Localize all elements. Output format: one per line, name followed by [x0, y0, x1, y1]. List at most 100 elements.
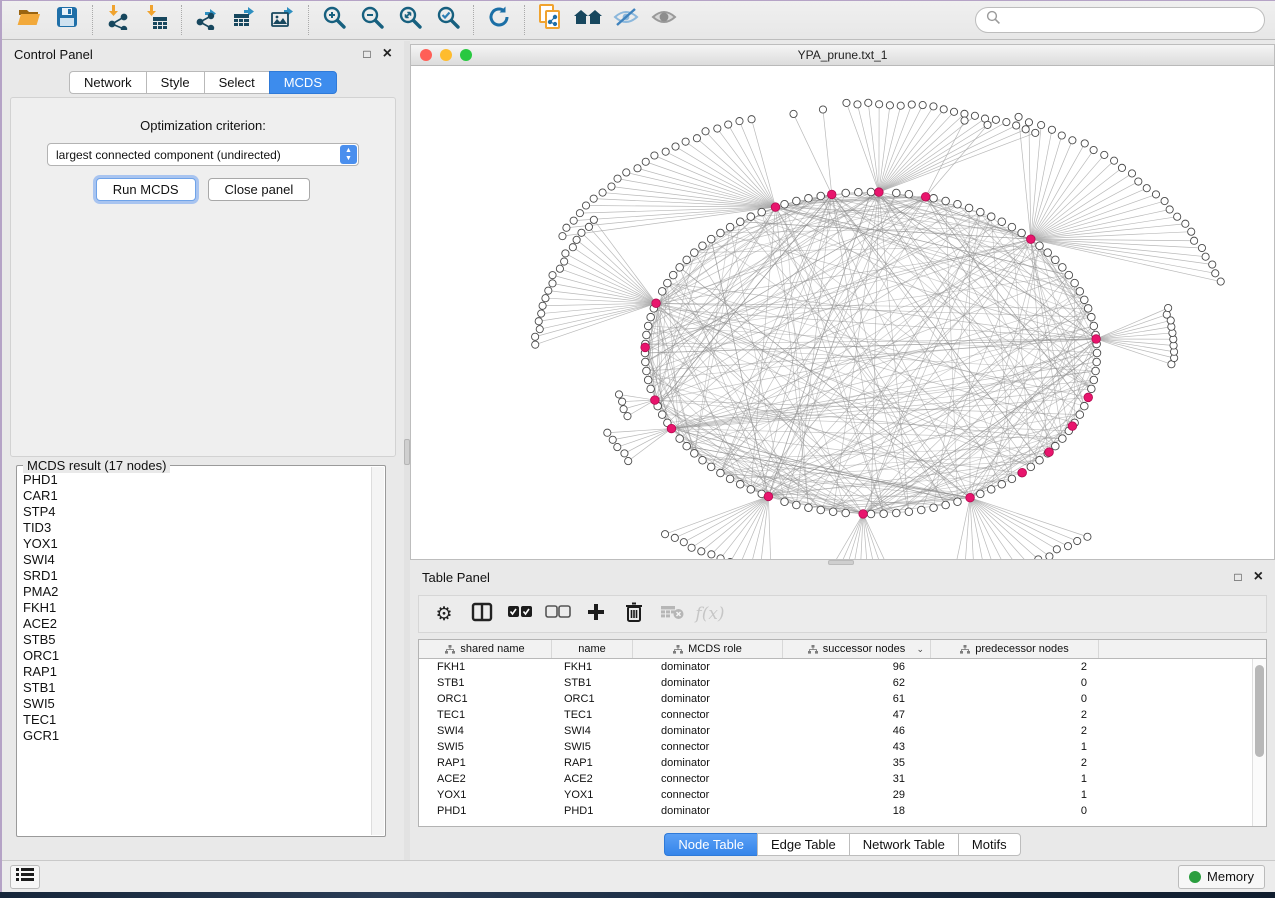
save-session-button[interactable] [48, 3, 86, 37]
zoom-selected-button[interactable] [429, 3, 467, 37]
column-header-successor-nodes[interactable]: successor nodes⌄ [783, 640, 931, 658]
cell-role[interactable]: dominator [633, 675, 783, 691]
cell-predecessors[interactable]: 1 [931, 771, 1099, 787]
cell-name[interactable]: FKH1 [552, 659, 633, 675]
cell-role[interactable]: dominator [633, 723, 783, 739]
memory-button[interactable]: Memory [1178, 865, 1265, 889]
cell-successors[interactable]: 61 [783, 691, 931, 707]
cell-role[interactable]: dominator [633, 803, 783, 819]
mcds-result-item[interactable]: FKH1 [23, 600, 370, 616]
mcds-result-item[interactable]: CAR1 [23, 488, 370, 504]
cell-role[interactable]: connector [633, 707, 783, 723]
mcds-result-item[interactable]: STB1 [23, 680, 370, 696]
cell-role[interactable]: dominator [633, 691, 783, 707]
mcds-result-item[interactable]: TID3 [23, 520, 370, 536]
create-column-button[interactable] [579, 599, 613, 629]
cell-predecessors[interactable]: 0 [931, 691, 1099, 707]
column-header-predecessor-nodes[interactable]: predecessor nodes [931, 640, 1099, 658]
open-file-button[interactable] [10, 3, 48, 37]
function-builder-button[interactable]: f(x) [693, 599, 727, 629]
tab-network[interactable]: Network [69, 71, 146, 94]
cell-successors[interactable]: 47 [783, 707, 931, 723]
search-input[interactable] [1007, 13, 1254, 27]
cell-role[interactable]: connector [633, 739, 783, 755]
cell-predecessors[interactable]: 2 [931, 707, 1099, 723]
cell-predecessors[interactable]: 1 [931, 739, 1099, 755]
column-header-shared-name[interactable]: shared name [419, 640, 552, 658]
cell-predecessors[interactable]: 2 [931, 659, 1099, 675]
float-panel-icon[interactable]: □ [363, 48, 370, 60]
mcds-result-item[interactable]: YOX1 [23, 536, 370, 552]
cell-predecessors[interactable]: 1 [931, 787, 1099, 803]
float-table-panel-icon[interactable]: □ [1234, 571, 1241, 583]
cell-successors[interactable]: 35 [783, 755, 931, 771]
cell-shared_name[interactable]: FKH1 [419, 659, 552, 675]
cell-shared_name[interactable]: YOX1 [419, 787, 552, 803]
mcds-result-item[interactable]: SWI4 [23, 552, 370, 568]
zoom-out-button[interactable] [353, 3, 391, 37]
cell-role[interactable]: dominator [633, 659, 783, 675]
export-image-button[interactable] [264, 3, 302, 37]
mcds-result-item[interactable]: PHD1 [23, 472, 370, 488]
show-details-button[interactable] [645, 3, 683, 37]
table-row[interactable]: STB1STB1dominator620 [419, 675, 1252, 691]
run-mcds-button[interactable]: Run MCDS [96, 178, 196, 201]
table-scrollbar-thumb[interactable] [1255, 665, 1264, 757]
mcds-result-item[interactable]: PMA2 [23, 584, 370, 600]
export-network-button[interactable] [188, 3, 226, 37]
table-row[interactable]: SWI5SWI5connector431 [419, 739, 1252, 755]
clone-network-button[interactable] [531, 3, 569, 37]
optimization-criterion-select[interactable]: largest connected component (undirected)… [47, 143, 359, 166]
mcds-result-item[interactable]: ORC1 [23, 648, 370, 664]
mcds-result-item[interactable]: GCR1 [23, 728, 370, 744]
tab-select[interactable]: Select [204, 71, 269, 94]
mcds-result-item[interactable]: STP4 [23, 504, 370, 520]
cell-successors[interactable]: 18 [783, 803, 931, 819]
tab-mcds[interactable]: MCDS [269, 71, 337, 94]
cell-predecessors[interactable]: 0 [931, 803, 1099, 819]
cell-name[interactable]: ACE2 [552, 771, 633, 787]
search-field[interactable] [975, 7, 1265, 33]
mcds-result-item[interactable]: SWI5 [23, 696, 370, 712]
table-row[interactable]: TEC1TEC1connector472 [419, 707, 1252, 723]
cell-predecessors[interactable]: 2 [931, 755, 1099, 771]
first-neighbors-button[interactable] [569, 3, 607, 37]
table-row[interactable]: PHD1PHD1dominator180 [419, 803, 1252, 819]
import-network-button[interactable] [99, 3, 137, 37]
cell-role[interactable]: connector [633, 771, 783, 787]
cell-name[interactable]: ORC1 [552, 691, 633, 707]
cell-name[interactable]: STB1 [552, 675, 633, 691]
cell-role[interactable]: connector [633, 787, 783, 803]
deselect-all-columns-button[interactable] [541, 599, 575, 629]
cell-successors[interactable]: 29 [783, 787, 931, 803]
tab-node-table[interactable]: Node Table [664, 833, 757, 856]
cell-shared_name[interactable]: SWI5 [419, 739, 552, 755]
cell-shared_name[interactable]: ORC1 [419, 691, 552, 707]
cell-successors[interactable]: 31 [783, 771, 931, 787]
tab-network-table[interactable]: Network Table [849, 833, 958, 856]
cell-shared_name[interactable]: STB1 [419, 675, 552, 691]
close-panel-icon[interactable]: × [383, 46, 392, 62]
cell-shared_name[interactable]: SWI4 [419, 723, 552, 739]
table-row[interactable]: ACE2ACE2connector311 [419, 771, 1252, 787]
cell-name[interactable]: PHD1 [552, 803, 633, 819]
mcds-result-item[interactable]: SRD1 [23, 568, 370, 584]
task-history-button[interactable] [10, 865, 40, 889]
cell-shared_name[interactable]: ACE2 [419, 771, 552, 787]
cell-successors[interactable]: 43 [783, 739, 931, 755]
table-scrollbar[interactable] [1252, 659, 1266, 826]
cell-successors[interactable]: 96 [783, 659, 931, 675]
network-titlebar[interactable]: YPA_prune.txt_1 [411, 45, 1274, 66]
export-table-button[interactable] [226, 3, 264, 37]
mcds-result-item[interactable]: ACE2 [23, 616, 370, 632]
cell-shared_name[interactable]: RAP1 [419, 755, 552, 771]
cell-name[interactable]: RAP1 [552, 755, 633, 771]
table-row[interactable]: ORC1ORC1dominator610 [419, 691, 1252, 707]
tab-edge-table[interactable]: Edge Table [757, 833, 849, 856]
cell-name[interactable]: YOX1 [552, 787, 633, 803]
tab-motifs[interactable]: Motifs [958, 833, 1021, 856]
select-all-columns-button[interactable] [503, 599, 537, 629]
cell-predecessors[interactable]: 0 [931, 675, 1099, 691]
table-row[interactable]: SWI4SWI4dominator462 [419, 723, 1252, 739]
column-header-name[interactable]: name [552, 640, 633, 658]
